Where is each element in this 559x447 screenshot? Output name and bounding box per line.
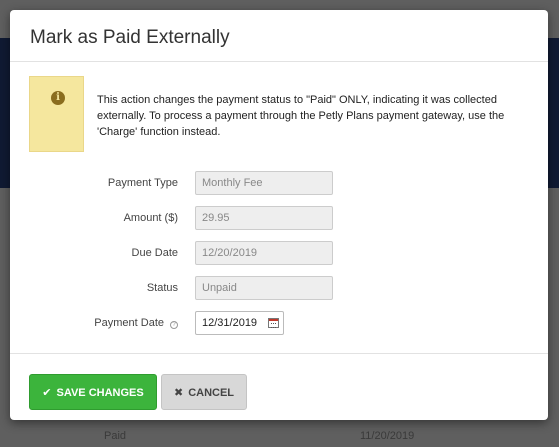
mark-paid-modal: Mark as Paid Externally i This action ch… (10, 10, 548, 420)
close-icon: ✖ (173, 387, 184, 399)
calendar-icon[interactable] (268, 318, 279, 328)
payment-date-value: 12/31/2019 (202, 317, 258, 329)
save-changes-button[interactable]: ✔ SAVE CHANGES (29, 374, 157, 410)
info-alert: i This action changes the payment status… (29, 76, 531, 152)
info-message: This action changes the payment status t… (97, 94, 505, 138)
status-label: Status (146, 282, 178, 294)
question-circle-icon[interactable]: ? (170, 321, 178, 329)
payment-date-row: Payment Date? 12/31/2019 (10, 311, 548, 335)
modal-title: Mark as Paid Externally (30, 27, 230, 48)
payment-date-label-group: Payment Date? (94, 317, 178, 329)
modal-header: Mark as Paid Externally (10, 10, 548, 62)
background-date-cell: 11/20/2019 (360, 430, 415, 442)
info-icon: i (51, 91, 65, 105)
cancel-button[interactable]: ✖ CANCEL (161, 374, 247, 410)
cancel-label: CANCEL (188, 387, 235, 399)
due-date-field: 12/20/2019 (195, 241, 333, 265)
background-table-row: Paid 11/20/2019 (0, 420, 559, 447)
payment-type-field: Monthly Fee (195, 171, 333, 195)
status-field: Unpaid (195, 276, 333, 300)
background-status-cell: Paid (104, 430, 127, 442)
payment-type-label: Payment Type (107, 177, 178, 189)
info-icon-panel: i (29, 76, 84, 152)
amount-label: Amount ($) (123, 212, 178, 224)
modal-footer: ✔ SAVE CHANGES ✖ CANCEL (10, 353, 548, 420)
payment-type-row: Payment Type Monthly Fee (10, 171, 548, 195)
save-changes-label: SAVE CHANGES (56, 387, 144, 399)
amount-row: Amount ($) 29.95 (10, 206, 548, 230)
payment-date-input[interactable]: 12/31/2019 (195, 311, 284, 335)
due-date-row: Due Date 12/20/2019 (10, 241, 548, 265)
payment-date-label: Payment Date (94, 317, 164, 329)
status-row: Status Unpaid (10, 276, 548, 300)
due-date-label: Due Date (131, 247, 178, 259)
check-icon: ✔ (42, 387, 52, 399)
amount-field: 29.95 (195, 206, 333, 230)
